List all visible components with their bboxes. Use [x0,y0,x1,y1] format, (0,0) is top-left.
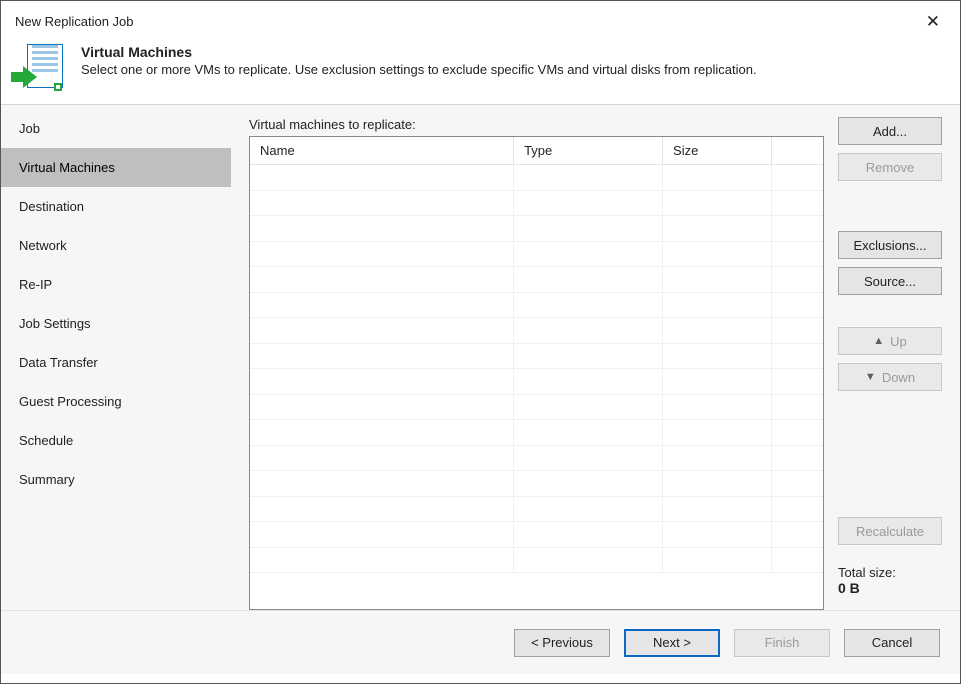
remove-button: Remove [838,153,942,181]
table-row[interactable] [250,547,823,573]
page-title: Virtual Machines [81,44,757,60]
vm-list-label: Virtual machines to replicate: [249,117,824,132]
table-row[interactable] [250,216,823,242]
sidebar-item-network[interactable]: Network [1,226,231,265]
sidebar-item-data-transfer[interactable]: Data Transfer [1,343,231,382]
down-button-label: Down [882,370,915,385]
wizard-steps-sidebar: Job Virtual Machines Destination Network… [1,105,231,610]
source-button[interactable]: Source... [838,267,942,295]
table-row[interactable] [250,420,823,446]
column-header-size[interactable]: Size [663,137,772,165]
window-title: New Replication Job [15,14,134,29]
previous-button[interactable]: < Previous [514,629,610,657]
sidebar-item-job[interactable]: Job [1,109,231,148]
down-button: ▼ Down [838,363,942,391]
close-icon[interactable]: ✕ [920,11,946,32]
up-button: ▲ Up [838,327,942,355]
column-header-type[interactable]: Type [514,137,663,165]
table-row[interactable] [250,241,823,267]
table-row[interactable] [250,369,823,395]
table-row[interactable] [250,445,823,471]
sidebar-item-job-settings[interactable]: Job Settings [1,304,231,343]
cancel-button[interactable]: Cancel [844,629,940,657]
next-button[interactable]: Next > [624,629,720,657]
wizard-step-icon [15,44,63,92]
arrow-down-icon: ▼ [865,372,876,383]
table-row[interactable] [250,165,823,191]
table-row[interactable] [250,343,823,369]
table-row[interactable] [250,292,823,318]
column-header-name[interactable]: Name [250,137,514,165]
table-row[interactable] [250,496,823,522]
finish-button: Finish [734,629,830,657]
table-row[interactable] [250,471,823,497]
add-button[interactable]: Add... [838,117,942,145]
recalculate-button: Recalculate [838,517,942,545]
sidebar-item-virtual-machines[interactable]: Virtual Machines [1,148,231,187]
total-size-value: 0 B [838,580,942,596]
table-row[interactable] [250,190,823,216]
sidebar-item-destination[interactable]: Destination [1,187,231,226]
table-row[interactable] [250,267,823,293]
total-size-label: Total size: [838,565,942,580]
exclusions-button[interactable]: Exclusions... [838,231,942,259]
table-row[interactable] [250,394,823,420]
page-description: Select one or more VMs to replicate. Use… [81,62,757,77]
up-button-label: Up [890,334,907,349]
sidebar-item-re-ip[interactable]: Re-IP [1,265,231,304]
arrow-up-icon: ▲ [873,336,884,347]
table-row[interactable] [250,318,823,344]
table-row[interactable] [250,522,823,548]
sidebar-item-guest-processing[interactable]: Guest Processing [1,382,231,421]
sidebar-item-summary[interactable]: Summary [1,460,231,499]
vm-table[interactable]: Name Type Size [249,136,824,610]
sidebar-item-schedule[interactable]: Schedule [1,421,231,460]
column-header-spacer [771,137,823,165]
